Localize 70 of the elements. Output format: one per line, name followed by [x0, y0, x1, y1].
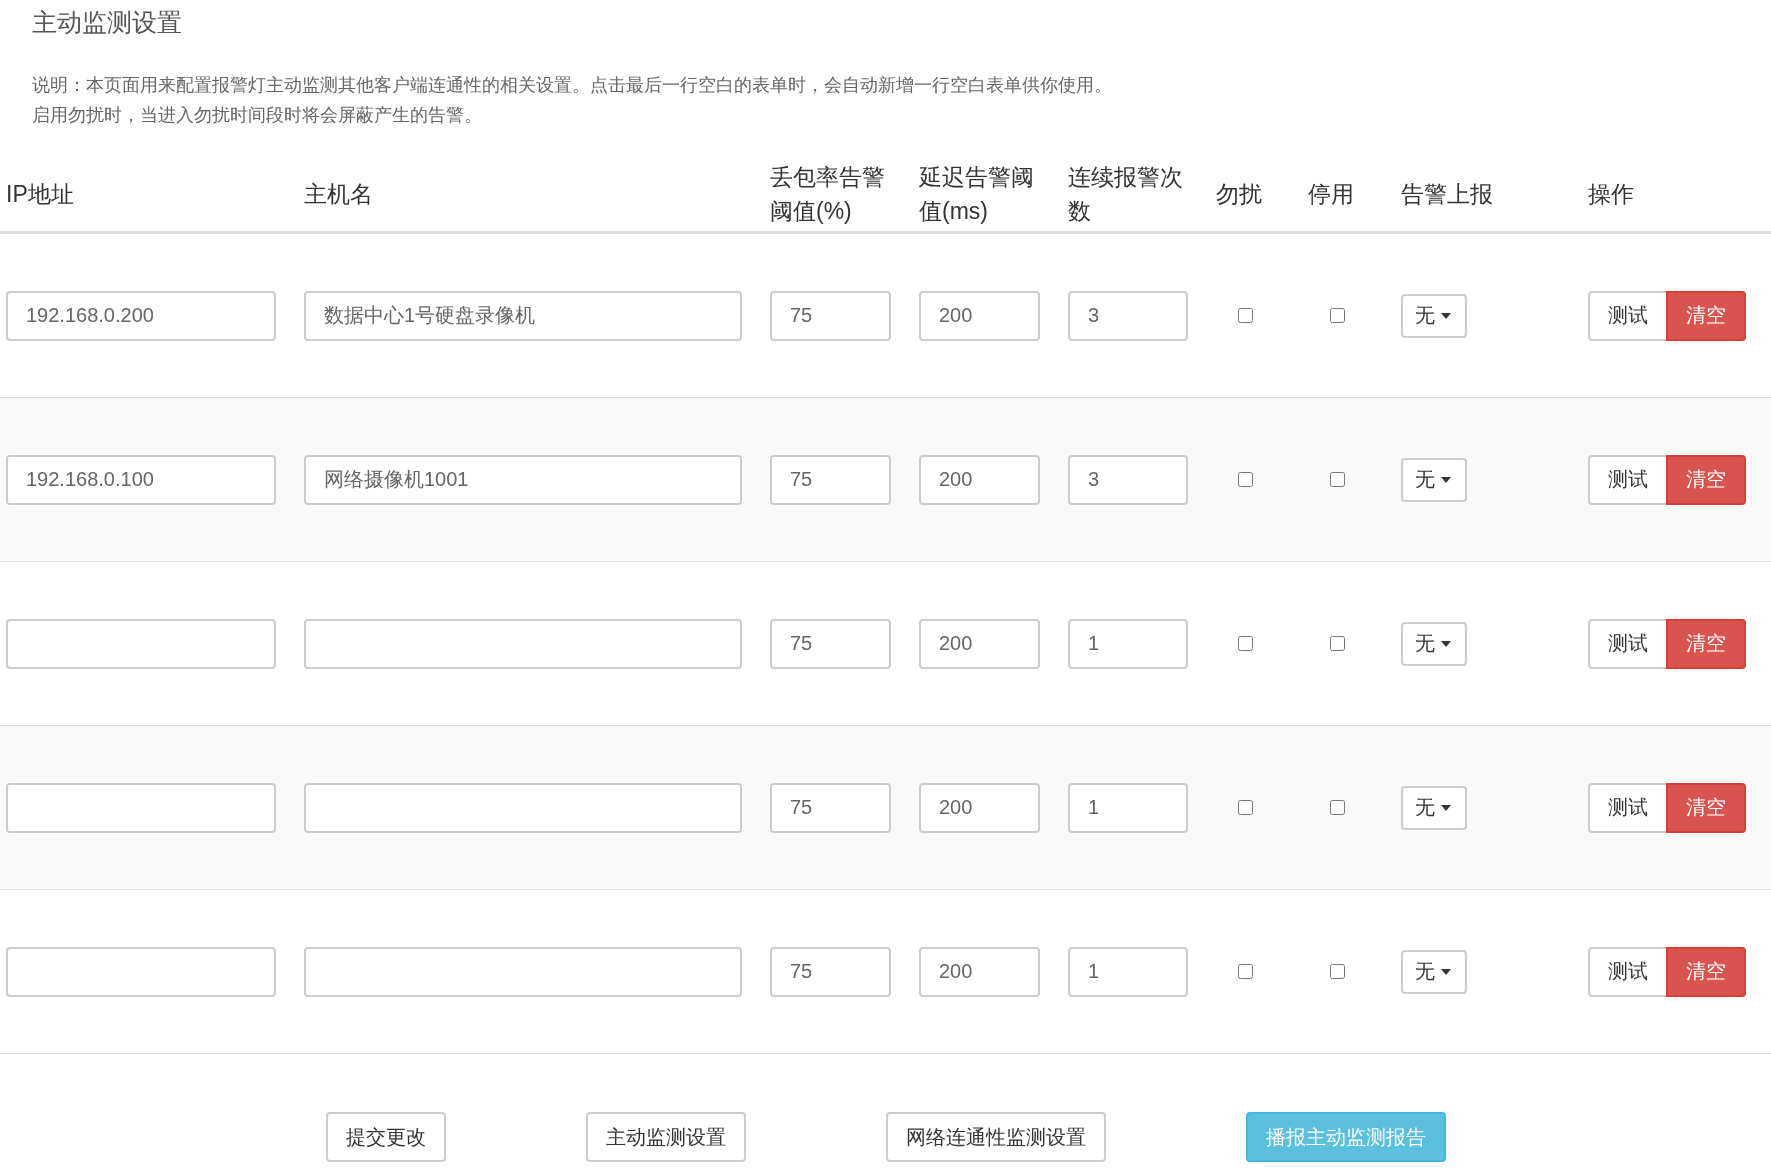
- hostname-input[interactable]: [304, 618, 742, 669]
- ip-input[interactable]: [6, 782, 276, 833]
- ip-input[interactable]: 192.168.0.200: [6, 290, 276, 341]
- caret-icon: [1441, 640, 1451, 647]
- column-header: 连续报警次数: [1067, 162, 1184, 226]
- loss-threshold-input[interactable]: 75: [770, 454, 891, 505]
- delay-threshold-input[interactable]: 200: [919, 618, 1040, 669]
- column-header: 主机名: [303, 179, 374, 209]
- caret-icon: [1441, 312, 1451, 319]
- hostname-input[interactable]: 数据中心1号硬盘录像机: [304, 290, 742, 341]
- action-button[interactable]: 主动监测设置: [585, 1112, 746, 1162]
- report-select[interactable]: 无: [1401, 949, 1467, 994]
- dnd-checkbox[interactable]: [1238, 964, 1253, 979]
- disable-checkbox[interactable]: [1330, 800, 1345, 815]
- test-button[interactable]: 测试: [1588, 782, 1668, 833]
- disable-checkbox[interactable]: [1330, 472, 1345, 487]
- test-button[interactable]: 测试: [1588, 454, 1668, 505]
- clear-button[interactable]: 清空: [1666, 290, 1746, 341]
- disable-checkbox[interactable]: [1330, 636, 1345, 651]
- disable-checkbox[interactable]: [1330, 308, 1345, 323]
- alarm-count-input[interactable]: 1: [1068, 618, 1188, 669]
- clear-button[interactable]: 清空: [1666, 782, 1746, 833]
- loss-threshold-input[interactable]: 75: [770, 946, 891, 997]
- delay-threshold-input[interactable]: 200: [919, 782, 1040, 833]
- column-header: 延迟告警阈值(ms): [918, 162, 1035, 226]
- report-select[interactable]: 无: [1401, 293, 1467, 338]
- loss-threshold-input[interactable]: 75: [770, 290, 891, 341]
- loss-threshold-input[interactable]: 75: [770, 618, 891, 669]
- clear-button[interactable]: 清空: [1666, 946, 1746, 997]
- alarm-count-input[interactable]: 1: [1068, 782, 1188, 833]
- column-header: IP地址: [5, 179, 75, 209]
- column-header: 停用: [1307, 179, 1355, 209]
- alarm-count-input[interactable]: 3: [1068, 454, 1188, 505]
- ip-input[interactable]: 192.168.0.100: [6, 454, 276, 505]
- disable-checkbox[interactable]: [1330, 964, 1345, 979]
- test-button[interactable]: 测试: [1588, 290, 1668, 341]
- test-button[interactable]: 测试: [1588, 618, 1668, 669]
- alarm-count-input[interactable]: 1: [1068, 946, 1188, 997]
- report-select[interactable]: 无: [1401, 621, 1467, 666]
- hostname-input[interactable]: 网络摄像机1001: [304, 454, 742, 505]
- column-header: 勿扰: [1215, 179, 1263, 209]
- alarm-count-input[interactable]: 3: [1068, 290, 1188, 341]
- column-header: 告警上报: [1400, 179, 1494, 209]
- column-header: 丢包率告警阈值(%): [769, 162, 886, 226]
- action-button[interactable]: 提交更改: [325, 1112, 446, 1162]
- dnd-checkbox[interactable]: [1238, 472, 1253, 487]
- ip-input[interactable]: [6, 946, 276, 997]
- caret-icon: [1441, 968, 1451, 975]
- action-button[interactable]: 网络连通性监测设置: [885, 1112, 1106, 1162]
- clear-button[interactable]: 清空: [1666, 454, 1746, 505]
- delay-threshold-input[interactable]: 200: [919, 946, 1040, 997]
- dnd-checkbox[interactable]: [1238, 308, 1253, 323]
- dnd-checkbox[interactable]: [1238, 800, 1253, 815]
- page-title: 主动监测设置: [31, 7, 183, 38]
- loss-threshold-input[interactable]: 75: [770, 782, 891, 833]
- caret-icon: [1441, 804, 1451, 811]
- caret-icon: [1441, 476, 1451, 483]
- delay-threshold-input[interactable]: 200: [919, 454, 1040, 505]
- clear-button[interactable]: 清空: [1666, 618, 1746, 669]
- report-select[interactable]: 无: [1401, 785, 1467, 830]
- report-select[interactable]: 无: [1401, 457, 1467, 502]
- dnd-checkbox[interactable]: [1238, 636, 1253, 651]
- description-text: 启用勿扰时，当进入勿扰时间段时将会屏蔽产生的告警。: [32, 104, 483, 127]
- column-header: 操作: [1587, 179, 1635, 209]
- hostname-input[interactable]: [304, 782, 742, 833]
- test-button[interactable]: 测试: [1588, 946, 1668, 997]
- description-text: 说明：本页面用来配置报警灯主动监测其他客户端连通性的相关设置。点击最后一行空白的表单时，会自动新增一行空白表单供你使用。: [32, 74, 1113, 97]
- ip-input[interactable]: [6, 618, 276, 669]
- delay-threshold-input[interactable]: 200: [919, 290, 1040, 341]
- hostname-input[interactable]: [304, 946, 742, 997]
